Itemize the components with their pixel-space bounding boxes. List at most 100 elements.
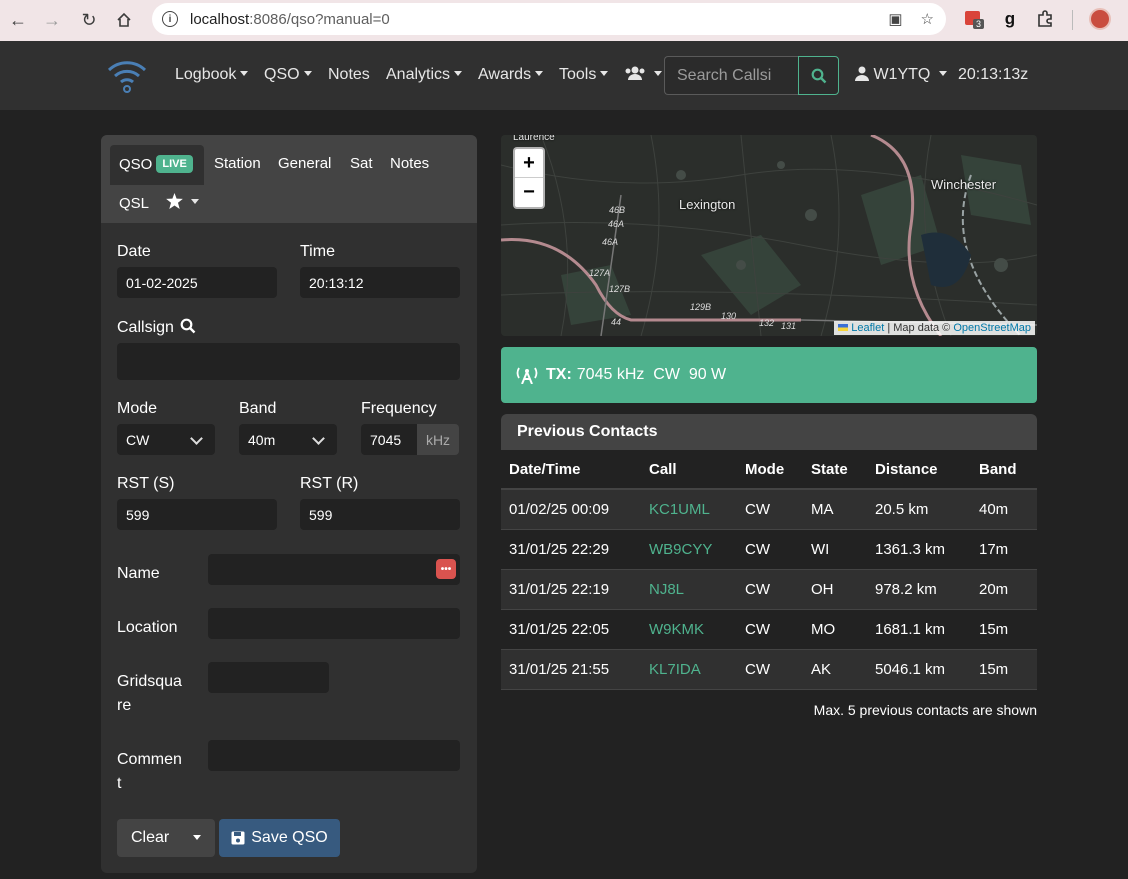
nav-users-icon[interactable] <box>624 65 662 84</box>
location-label: Location <box>117 619 178 636</box>
cell-call-link[interactable]: KC1UML <box>641 489 737 530</box>
user-menu[interactable]: W1YTQ <box>855 66 947 84</box>
back-icon[interactable]: ← <box>4 6 32 34</box>
frequency-label: Frequency <box>361 400 437 417</box>
col-state: State <box>803 450 867 490</box>
password-manager-icon[interactable]: ••• <box>436 559 456 579</box>
site-info-icon[interactable]: i <box>162 11 178 27</box>
leaflet-link[interactable]: Leaflet <box>851 322 884 334</box>
osm-link[interactable]: OpenStreetMap <box>953 322 1031 334</box>
comment-label-wrap: t <box>117 775 122 792</box>
calendar-extension-icon[interactable]: 3 <box>963 8 985 30</box>
station-map[interactable]: Laurence Lexington Winchester 46B 46A 46… <box>501 135 1037 336</box>
broadcast-tower-icon <box>516 367 538 384</box>
gridsquare-label: Gridsqua <box>117 673 182 690</box>
forward-icon[interactable]: → <box>38 6 66 34</box>
callsign-input[interactable] <box>117 343 460 380</box>
tab-station[interactable]: Station <box>214 155 261 172</box>
nav-tools[interactable]: Tools <box>559 66 608 84</box>
table-header-row: Date/Time Call Mode State Distance Band <box>501 450 1037 490</box>
table-row: 31/01/25 22:19 NJ8L CW OH 978.2 km 20m <box>501 569 1037 610</box>
tab-sat[interactable]: Sat <box>350 155 373 172</box>
search-button[interactable] <box>798 56 839 95</box>
cell-distance: 5046.1 km <box>867 649 971 690</box>
previous-contacts-title: Previous Contacts <box>501 414 1037 450</box>
cell-call-link[interactable]: W9KMK <box>641 609 737 650</box>
cell-datetime: 01/02/25 00:09 <box>501 489 641 530</box>
reload-icon[interactable]: ↻ <box>75 6 103 34</box>
tab-qso[interactable]: QSO LIVE <box>119 155 193 173</box>
cell-datetime: 31/01/25 21:55 <box>501 649 641 690</box>
cell-mode: CW <box>737 489 803 530</box>
search-input[interactable] <box>664 56 798 95</box>
band-select[interactable]: 40m <box>239 424 337 455</box>
cell-distance: 1361.3 km <box>867 529 971 570</box>
cell-band: 15m <box>971 609 1037 650</box>
gridsquare-input[interactable] <box>208 662 329 693</box>
cell-state: OH <box>803 569 867 610</box>
zoom-in-button[interactable]: + <box>515 149 543 178</box>
clear-dropdown-toggle[interactable] <box>193 835 201 840</box>
tx-label: TX: <box>546 366 572 383</box>
location-input[interactable] <box>208 608 460 639</box>
cell-state: MA <box>803 489 867 530</box>
tab-notes[interactable]: Notes <box>390 155 429 172</box>
clear-button[interactable]: Clear <box>117 819 215 857</box>
save-qso-button[interactable]: Save QSO <box>219 819 340 857</box>
toolbar-divider <box>1072 10 1073 30</box>
profile-avatar[interactable] <box>1089 8 1111 30</box>
live-badge: LIVE <box>156 155 193 173</box>
address-bar[interactable]: i localhost:8086/qso?manual=0 ▣ ☆ <box>152 3 946 35</box>
cell-mode: CW <box>737 609 803 650</box>
cell-distance: 978.2 km <box>867 569 971 610</box>
map-label-winchester: Winchester <box>931 177 997 192</box>
nav-analytics[interactable]: Analytics <box>386 66 462 84</box>
mode-label: Mode <box>117 400 158 417</box>
nav-qso[interactable]: QSO <box>264 66 312 84</box>
frequency-unit: kHz <box>417 424 459 455</box>
cell-call-link[interactable]: NJ8L <box>641 569 737 610</box>
tab-general[interactable]: General <box>278 155 331 172</box>
star-icon <box>166 193 183 209</box>
comment-input[interactable] <box>208 740 460 771</box>
nav-logbook[interactable]: Logbook <box>175 66 248 84</box>
home-icon[interactable] <box>110 6 138 34</box>
map-route-number: 127B <box>609 284 631 294</box>
favorites-star-menu[interactable] <box>166 193 199 211</box>
ukraine-flag-icon <box>838 324 849 331</box>
wavelog-logo-icon[interactable] <box>107 58 147 94</box>
rst-received-input[interactable]: 599 <box>300 499 460 530</box>
map-route-number: 44 <box>611 317 622 327</box>
date-field[interactable]: 01-02-2025 <box>117 267 277 298</box>
col-call: Call <box>641 450 737 490</box>
tx-details: 7045 kHz CW 90 W <box>576 366 727 383</box>
rst-sent-input[interactable]: 599 <box>117 499 277 530</box>
extensions-puzzle-icon[interactable] <box>1034 8 1056 30</box>
previous-contacts-note: Max. 5 previous contacts are shown <box>813 702 1037 718</box>
search-icon <box>811 68 826 83</box>
col-band: Band <box>971 450 1037 490</box>
bookmark-star-icon[interactable]: ☆ <box>921 10 934 28</box>
nav-awards[interactable]: Awards <box>478 66 543 84</box>
cell-state: AK <box>803 649 867 690</box>
save-icon <box>231 831 245 845</box>
cell-call-link[interactable]: WB9CYY <box>641 529 737 570</box>
install-app-icon[interactable]: ▣ <box>888 10 902 28</box>
map-tiles <box>501 135 1037 336</box>
frequency-input[interactable]: 7045 <box>361 424 417 455</box>
cell-mode: CW <box>737 569 803 610</box>
nav-notes[interactable]: Notes <box>328 66 370 84</box>
cell-call-link[interactable]: KL7IDA <box>641 649 737 690</box>
table-row: 31/01/25 21:55 KL7IDA CW AK 5046.1 km 15… <box>501 649 1037 690</box>
previous-contacts-card: Previous Contacts Date/Time Call Mode St… <box>501 414 1037 690</box>
time-field[interactable]: 20:13:12 <box>300 267 460 298</box>
qso-entry-card: QSO LIVE Station General Sat Notes QSL Da… <box>101 135 477 873</box>
map-route-number: 129B <box>690 302 712 312</box>
tab-qsl[interactable]: QSL <box>119 195 149 212</box>
grammar-extension-icon[interactable]: g <box>999 8 1021 30</box>
gridsquare-label-wrap: re <box>117 697 132 714</box>
zoom-out-button[interactable]: − <box>515 178 543 207</box>
band-label: Band <box>239 400 277 417</box>
mode-select[interactable]: CW <box>117 424 215 455</box>
name-input[interactable]: ••• <box>208 554 460 585</box>
